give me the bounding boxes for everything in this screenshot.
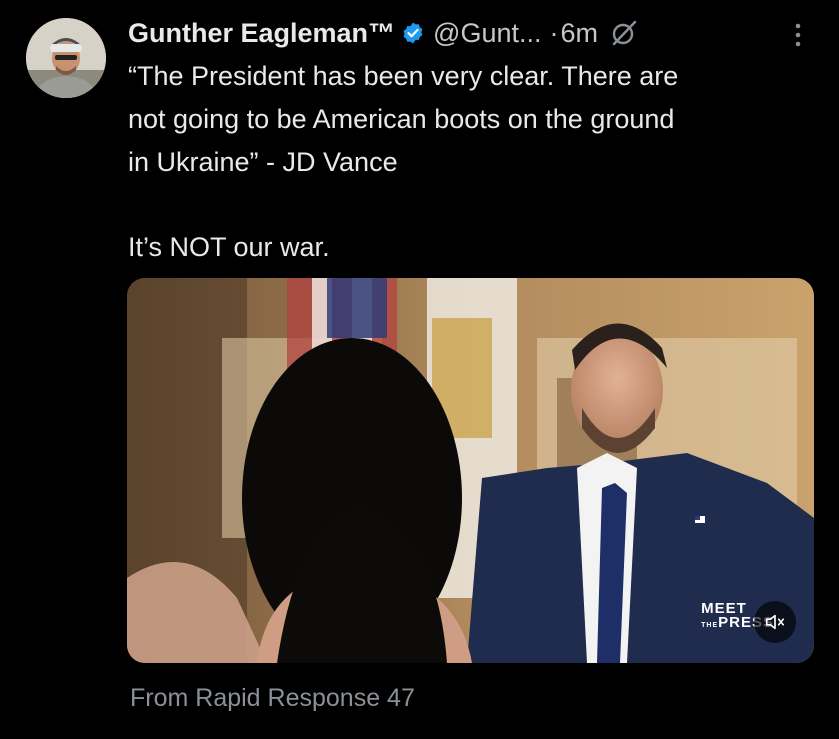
video-player[interactable]: MEET THEPRESS [127,278,814,663]
grok-icon[interactable] [610,19,638,47]
tweet-line: “The President has been very clear. Ther… [128,61,679,91]
media-source-attribution[interactable]: From Rapid Response 47 [130,684,415,713]
more-options-icon[interactable] [788,20,808,54]
tweet-timestamp[interactable]: 6m [561,18,599,49]
author-handle[interactable]: @Gunt... [433,18,541,49]
header-separator: · [549,17,559,48]
verified-badge-icon[interactable] [401,21,425,45]
tweet-line: It’s NOT our war. [128,232,330,262]
watermark-the: THE [701,622,719,629]
tweet-text: “The President has been very clear. Ther… [128,55,818,269]
tweet-header: Gunther Eagleman™ @Gunt... · 6m [128,14,638,52]
author-avatar[interactable] [26,18,106,98]
tweet-line: in Ukraine” - JD Vance [128,147,398,177]
volume-muted-icon[interactable] [754,601,796,643]
author-display-name[interactable]: Gunther Eagleman™ [128,18,395,49]
tweet-line: not going to be American boots on the gr… [128,104,675,134]
